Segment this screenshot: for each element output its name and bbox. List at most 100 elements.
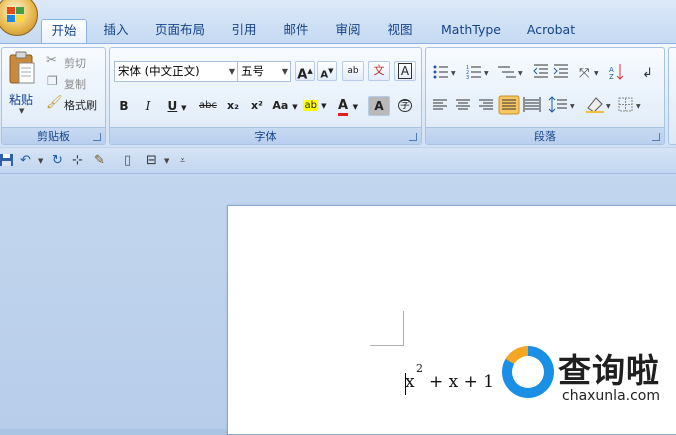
undo-icon[interactable]: ↶ (20, 153, 31, 169)
svg-text:↲: ↲ (642, 66, 653, 81)
tab-page-layout[interactable]: 页面布局 (148, 19, 212, 43)
chevron-down-icon: ▼ (281, 67, 288, 76)
tab-references[interactable]: 引用 (224, 19, 264, 43)
change-case-button[interactable]: Aa ▼ (270, 96, 300, 116)
highlight-color-button[interactable]: ab ▼ (300, 96, 330, 116)
justify-icon[interactable] (498, 95, 520, 115)
tab-acrobat[interactable]: Acrobat (520, 19, 582, 43)
subscript-button[interactable]: x₂ (222, 96, 244, 116)
copy-button[interactable]: ❐ 复制 (46, 74, 106, 92)
redo-icon[interactable]: ↻ (52, 153, 63, 169)
chevron-down-icon: ▼ (19, 107, 25, 115)
decrease-indent-icon[interactable] (533, 64, 548, 78)
borders-icon[interactable]: ▼ (618, 97, 641, 112)
chevron-down-icon[interactable]: ▼ (38, 153, 43, 169)
office-logo-icon (7, 7, 25, 23)
office-button[interactable] (0, 0, 38, 36)
svg-text:▼: ▼ (570, 103, 575, 110)
numbering-icon[interactable]: 123 ▼ (466, 65, 489, 81)
scissors-icon: ✂ (46, 53, 57, 68)
phonetic-guide-button[interactable]: 文 (368, 61, 390, 81)
insert-table-icon[interactable]: ⊹ (72, 153, 83, 169)
tab-mailings[interactable]: 邮件 (276, 19, 316, 43)
italic-button[interactable]: I (138, 96, 158, 116)
save-icon[interactable] (0, 153, 14, 169)
align-left-icon[interactable] (433, 99, 447, 110)
character-shading-icon: A (374, 99, 384, 113)
show-formatting-marks-icon[interactable]: ↲ (642, 66, 653, 81)
font-name-value: 宋体 (中文正文) (118, 64, 200, 78)
strikethrough-button[interactable]: abc (196, 96, 220, 116)
tab-review[interactable]: 审阅 (328, 19, 368, 43)
copy-label: 复制 (64, 78, 86, 91)
clipboard-dialog-launcher-icon[interactable] (93, 133, 101, 141)
underline-button[interactable]: U ▼ (162, 96, 192, 116)
sort-icon[interactable]: AZ (609, 64, 624, 81)
enclose-characters-icon: 字 (398, 99, 412, 112)
tab-home[interactable]: 开始 (41, 19, 87, 43)
format-painter-button[interactable]: 🖌 格式刷 (46, 95, 106, 113)
clear-formatting-button[interactable]: ab (342, 61, 364, 81)
paragraph-dialog-launcher-icon[interactable] (652, 133, 660, 141)
clipboard-group-label: 剪贴板 (2, 127, 105, 144)
margin-corner-mark (370, 345, 404, 346)
ribbon: 粘贴 ▼ ✂ 剪切 ❐ 复制 🖌 格式刷 剪贴板 宋体 (中文正文) ▼ 五号 … (0, 43, 676, 147)
superscript-button[interactable]: x² (246, 96, 268, 116)
quick-access-toolbar: ↶ ▼ ↻ ⊹ ✎ ▯ ⊟ ▼ ⩡ (0, 148, 676, 174)
font-dialog-launcher-icon[interactable] (409, 133, 417, 141)
equation-base: x (405, 372, 415, 392)
svg-text:3: 3 (466, 75, 469, 81)
increase-indent-icon[interactable] (553, 64, 568, 78)
underline-icon: U (167, 99, 178, 113)
chinese-layout-icon[interactable]: ⤧ ▼ (579, 66, 599, 81)
grow-font-button[interactable]: A▲ (295, 61, 315, 83)
paragraph-group-label: 段落 (426, 127, 664, 144)
new-document-icon[interactable]: ▯ (124, 153, 131, 169)
italic-icon: I (145, 99, 151, 113)
character-shading-button[interactable]: A (368, 96, 390, 116)
multilevel-list-icon[interactable]: ▼ (498, 66, 523, 78)
svg-text:Z: Z (609, 73, 614, 81)
align-right-icon[interactable] (479, 99, 493, 110)
cut-button[interactable]: ✂ 剪切 (46, 53, 106, 71)
copy-icon: ❐ (47, 74, 58, 88)
font-size-select[interactable]: 五号 ▼ (237, 61, 291, 82)
chevron-down-icon: ▼ (321, 102, 327, 110)
distributed-icon[interactable] (523, 97, 541, 112)
tab-mathtype[interactable]: MathType (434, 19, 508, 43)
tab-view[interactable]: 视图 (380, 19, 420, 43)
chevron-down-icon: ▼ (292, 103, 298, 111)
shrink-font-icon: A (320, 69, 329, 81)
chevron-down-icon[interactable]: ▼ (164, 153, 169, 169)
font-size-value: 五号 (241, 64, 264, 78)
character-border-button[interactable]: A (394, 61, 416, 81)
clipboard-icon (9, 51, 35, 84)
shading-icon[interactable]: ▼ (586, 97, 611, 113)
bullets-icon[interactable]: ▼ (433, 65, 457, 79)
edit-icon[interactable]: ✎ (94, 153, 105, 169)
cut-label: 剪切 (64, 57, 86, 70)
font-group: 宋体 (中文正文) ▼ 五号 ▼ A▲ A▼ ab 文 A B I U ▼ ab… (109, 47, 422, 145)
shrink-font-button[interactable]: A▼ (317, 61, 337, 81)
line-spacing-icon[interactable]: ▼ (548, 96, 575, 113)
strikethrough-icon: abc (199, 100, 217, 111)
paste-button[interactable]: 粘贴 ▼ (5, 51, 39, 117)
font-name-select[interactable]: 宋体 (中文正文) ▼ (114, 61, 238, 82)
svg-text:⤧: ⤧ (579, 66, 590, 81)
tab-insert[interactable]: 插入 (96, 19, 136, 43)
page-break-icon[interactable]: ⊟ (146, 153, 157, 169)
customize-toolbar-icon[interactable]: ⩡ (180, 153, 185, 169)
font-color-button[interactable]: A ▼ (332, 96, 364, 116)
paste-label: 粘贴 (9, 93, 34, 107)
svg-text:▼: ▼ (451, 70, 456, 77)
format-painter-label: 格式刷 (64, 99, 97, 112)
equation[interactable]: x 2 + x + 1 (405, 362, 494, 392)
bold-button[interactable]: B (114, 96, 134, 116)
watermark-title: 查询啦 (558, 351, 660, 390)
text-cursor (405, 373, 406, 395)
enclose-characters-button[interactable]: 字 (394, 96, 416, 116)
grow-font-icon: A (297, 67, 308, 83)
align-center-icon[interactable] (456, 99, 470, 110)
paintbrush-icon: 🖌 (46, 95, 63, 110)
bold-icon: B (119, 99, 129, 113)
